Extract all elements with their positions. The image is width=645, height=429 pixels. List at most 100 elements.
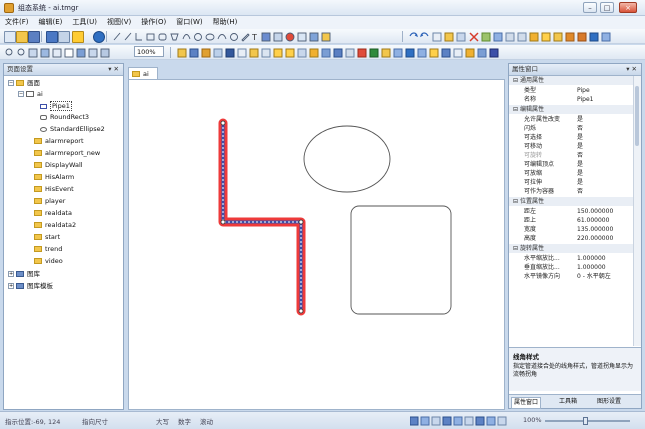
standard-ellipse-shape[interactable] [303, 125, 391, 193]
round-rect-shape[interactable] [350, 205, 452, 315]
panel-pin-icon[interactable]: ▾ ✕ [108, 64, 123, 75]
prop-row[interactable]: 垂直缩放比... 1.000000 [509, 263, 641, 272]
window-icon[interactable] [46, 31, 58, 43]
prop-row[interactable]: 可放缩是 [509, 169, 641, 178]
prop-row[interactable]: 可移动是 [509, 142, 641, 151]
page-icon [34, 222, 42, 228]
resource-icon [381, 48, 391, 58]
pipe-vertex-handle[interactable] [298, 308, 304, 314]
zoom-slider-thumb[interactable] [583, 417, 588, 425]
drawing-tools-strip[interactable]: T [112, 31, 412, 42]
prop-category[interactable]: ⊟ 编辑属性 [509, 105, 633, 114]
expand-icon[interactable]: + [8, 283, 14, 289]
tab-toolbox[interactable]: 工具箱 [557, 397, 579, 407]
prop-category[interactable]: ⊟ 旋转属性 [509, 244, 633, 253]
prop-row[interactable]: 可作为容器否 [509, 187, 641, 196]
menu-window[interactable]: 窗口(W) [171, 16, 207, 29]
menu-operate[interactable]: 操作(O) [136, 16, 171, 29]
tree-item-ai[interactable]: − ai [18, 89, 43, 99]
prop-row[interactable]: 可编辑顶点是 [509, 160, 641, 169]
menu-tools[interactable]: 工具(U) [67, 16, 102, 29]
collapse-icon[interactable]: − [18, 91, 24, 97]
prop-row[interactable]: 水平缩放比... 1.000000 [509, 254, 641, 263]
tree-item-gallery[interactable]: + 图库 [8, 269, 40, 279]
zoom-select[interactable]: 100% [134, 46, 164, 57]
tree-item-alarmreport[interactable]: alarmreport [34, 136, 84, 146]
save-icon[interactable] [28, 31, 40, 43]
scrollbar-thumb[interactable] [635, 86, 639, 146]
zoom-tools-strip[interactable] [4, 47, 130, 58]
tree-item-hisalarm[interactable]: HisAlarm [34, 172, 74, 182]
panel-pin-icon[interactable]: ▾ ✕ [626, 64, 641, 75]
design-canvas[interactable] [128, 79, 505, 410]
page-tree-panel: 页面设置 ▾ ✕ − 画面 − ai Pipe1 RoundRect3 Standa… [3, 63, 124, 410]
prop-row[interactable]: 名称 Pipe1 [509, 95, 641, 104]
toolbar-edit: 100% [0, 45, 645, 60]
prop-row[interactable]: 水平镜像方向 0 - 水平朝左 [509, 272, 641, 281]
prop-category[interactable]: ⊟ 位置属性 [509, 197, 633, 206]
new-file-icon[interactable] [4, 31, 16, 43]
stop-icon [357, 48, 367, 58]
tree-item-pipe1[interactable]: Pipe1 [40, 101, 72, 111]
menu-file[interactable]: 文件(F) [0, 16, 34, 29]
package-icon [465, 48, 475, 58]
align-left-icon [505, 32, 515, 42]
panel-header: 属性窗口 ▾ ✕ [509, 64, 641, 76]
expand-icon[interactable]: + [8, 271, 14, 277]
tree-item-standardellipse2[interactable]: StandardEllipse2 [40, 124, 105, 134]
tree-item-displaywall[interactable]: DisplayWall [34, 160, 83, 170]
prop-row[interactable]: 可选择是 [509, 133, 641, 142]
tree-item-player[interactable]: player [34, 196, 65, 206]
run-icon [589, 32, 599, 42]
help-icon[interactable] [93, 31, 105, 43]
menu-view[interactable]: 视图(V) [102, 16, 136, 29]
zoom-out-icon [17, 48, 25, 56]
prop-row[interactable]: 闪烁否 [509, 124, 641, 133]
collapse-icon[interactable]: − [8, 80, 14, 86]
tree-item-roundrect3[interactable]: RoundRect3 [40, 112, 89, 122]
tree-item-hisevent[interactable]: HisEvent [34, 184, 74, 194]
document-tab[interactable]: ai [128, 67, 158, 79]
menu-help[interactable]: 帮助(H) [208, 16, 243, 29]
format-tools-strip[interactable] [176, 47, 516, 58]
tree-item-realdata[interactable]: realdata [34, 208, 72, 218]
open-folder-icon[interactable] [16, 31, 28, 43]
pipe-vertex-handle[interactable] [220, 120, 226, 126]
maximize-button[interactable]: □ [600, 2, 614, 13]
grid-tool-icon [297, 32, 307, 42]
prop-row[interactable]: 高度 220.000000 [509, 234, 641, 243]
prop-row[interactable]: 可旋转否 [509, 151, 641, 160]
panel-icon[interactable] [58, 31, 70, 43]
prop-category[interactable]: ⊟ 通用属性 [509, 76, 633, 85]
tab-properties[interactable]: 属性窗口 [511, 397, 542, 409]
prop-row[interactable]: 允许属性改变是 [509, 115, 641, 124]
prop-row[interactable]: 类型 Pipe [509, 86, 641, 95]
zoom-slider[interactable] [545, 417, 630, 425]
prop-row[interactable]: 可拉伸是 [509, 178, 641, 187]
prop-row[interactable]: 距上 61.000000 [509, 216, 641, 225]
prop-row[interactable]: 距左 150.000000 [509, 207, 641, 216]
close-button[interactable]: × [619, 2, 637, 13]
canvas-drawing[interactable] [129, 80, 504, 409]
prop-row[interactable]: 宽度 135.000000 [509, 225, 641, 234]
curve-tool-icon [217, 34, 227, 40]
property-icon[interactable] [72, 31, 84, 43]
tree-item-gallery-template[interactable]: + 图库模板 [8, 281, 53, 291]
menu-edit[interactable]: 编辑(E) [34, 16, 68, 29]
pipe-vertex-handle[interactable] [220, 219, 226, 225]
tab-graphic-settings[interactable]: 图形设置 [595, 397, 623, 407]
pipe-vertex-handle[interactable] [298, 219, 304, 225]
page-icon [34, 174, 42, 180]
tree-item-start[interactable]: start [34, 232, 60, 242]
tree-item-realdata2[interactable]: realdata2 [34, 220, 76, 230]
pipe-selection-outline[interactable] [218, 118, 306, 316]
tree-item-screens[interactable]: − 画面 [8, 78, 40, 88]
align-tools-strip[interactable] [408, 31, 638, 42]
tree-item-alarmreport-new[interactable]: alarmreport_new [34, 148, 100, 158]
view-mode-strip[interactable] [410, 416, 510, 426]
property-scrollbar[interactable] [633, 76, 641, 346]
minimize-button[interactable]: – [583, 2, 597, 13]
tree-item-trend[interactable]: trend [34, 244, 62, 254]
tree-item-video[interactable]: video [34, 256, 63, 266]
pipe-shape[interactable] [221, 123, 303, 311]
